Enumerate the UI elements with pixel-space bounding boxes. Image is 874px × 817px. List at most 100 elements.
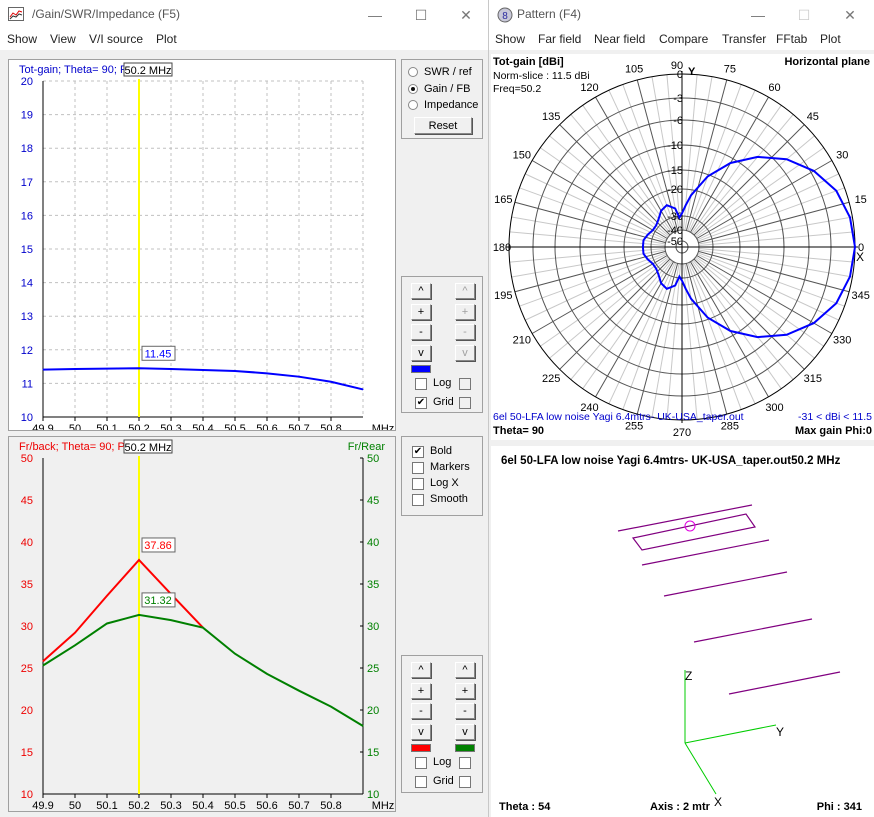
pattern-minimize-button[interactable]: — — [735, 0, 781, 30]
bottom-log-checkbox[interactable] — [415, 757, 427, 769]
y-tick-label-right: 40 — [367, 537, 379, 549]
polar-angle-label: 135 — [542, 111, 560, 123]
y-tick-label-right: 30 — [367, 621, 379, 633]
menu-plot-pattern[interactable]: Plot — [820, 32, 841, 46]
logx-checkbox[interactable] — [412, 478, 424, 490]
x-tick-label: 50.7 — [288, 800, 309, 811]
y-tick-label-right: 20 — [367, 705, 379, 717]
y-tick-label: 17 — [21, 177, 33, 189]
data-point — [330, 706, 332, 708]
top-left-zoom-out-button[interactable]: - — [411, 324, 431, 340]
bottom-right-zoom-in-button[interactable]: + — [455, 683, 475, 699]
menu-plot[interactable]: Plot — [156, 32, 177, 46]
menu-transfer[interactable]: Transfer — [722, 32, 766, 46]
bottom-left-zoom-in-button[interactable]: + — [411, 683, 431, 699]
svg-text:8: 8 — [502, 11, 508, 22]
minimize-button[interactable]: — — [352, 0, 398, 30]
menu-vi-source[interactable]: V/I source — [89, 32, 143, 46]
top-left-zoom-in-button[interactable]: + — [411, 304, 431, 320]
top-grid-checkbox[interactable]: ✔ — [415, 397, 427, 409]
value-marker-label: 11.45 — [145, 348, 172, 360]
series-line-fr-rear — [42, 613, 364, 727]
antenna-loop-driven-element — [631, 513, 757, 551]
bottom-right-scale-up-button[interactable]: ^ — [455, 662, 475, 678]
data-point — [330, 381, 332, 383]
polar-ring-label: -3 — [673, 93, 683, 105]
bottom-left-scale-up-button[interactable]: ^ — [411, 662, 431, 678]
radio-impedance-dot[interactable] — [408, 100, 418, 110]
left-menubar: Show View V/I source Plot — [0, 30, 488, 50]
markers-checkbox[interactable] — [412, 462, 424, 474]
radio-gain-fb-label: Gain / FB — [424, 83, 471, 95]
gain-chart[interactable]: 49.9 50 50.1 50.2 50.3 50.4 50.5 50.6 50.7 50.8 MH… — [9, 60, 395, 435]
bottom-right-scale-down-button[interactable]: v — [455, 724, 475, 740]
data-point — [202, 627, 204, 629]
bottom-left-zoom-out-button[interactable]: - — [411, 703, 431, 719]
fr-rear-color-swatch[interactable] — [455, 744, 475, 752]
top-grid-right-checkbox[interactable] — [459, 397, 471, 409]
radio-swr[interactable]: SWR / ref — [408, 66, 472, 78]
bottom-log-right-checkbox[interactable] — [459, 757, 471, 769]
bold-checkbox[interactable]: ✔ — [412, 446, 424, 458]
fb-color-swatch[interactable] — [411, 744, 431, 752]
radio-gain-fb-dot[interactable] — [408, 84, 418, 94]
radio-impedance[interactable]: Impedance — [408, 99, 478, 111]
fb-chart[interactable]: 49.9 50 50.1 50.2 50.3 50.4 50.5 50.6 50.7 50.8 MH… — [9, 437, 395, 812]
menu-fftab[interactable]: FFtab — [776, 32, 807, 46]
polar-angle-label: 165 — [494, 194, 512, 206]
top-right-scale-down-button[interactable]: v — [455, 345, 475, 361]
polar-angle-label: 270 — [673, 427, 691, 439]
polar-angle-label: 210 — [513, 335, 531, 347]
top-log-right-checkbox[interactable] — [459, 378, 471, 390]
bold-label: Bold — [430, 445, 453, 457]
geometry-theta: Theta : 54 — [499, 801, 551, 813]
top-log-checkbox[interactable] — [415, 378, 427, 390]
bottom-grid-right-checkbox[interactable] — [459, 776, 471, 788]
antenna-geometry-view[interactable]: Z Y X — [491, 446, 874, 817]
top-left-scale-down-button[interactable]: v — [411, 345, 431, 361]
top-right-zoom-out-button[interactable]: - — [455, 324, 475, 340]
y-tick-label: 20 — [21, 705, 33, 717]
polar-plot[interactable]: 0-3-6-10-15-20-30-40-50 01530456075901051… — [491, 54, 874, 440]
cursor-label: 50.2 MHz — [124, 65, 171, 77]
menu-far-field[interactable]: Far field — [538, 32, 581, 46]
polar-angle-label: 90 — [671, 60, 683, 72]
bottom-right-zoom-out-button[interactable]: - — [455, 703, 475, 719]
y-tick-label: 18 — [21, 143, 33, 155]
x-axis-line — [684, 742, 717, 795]
gain-color-swatch[interactable] — [411, 365, 431, 373]
bottom-grid-checkbox[interactable] — [415, 776, 427, 788]
logx-label: Log X — [430, 477, 459, 489]
menu-show-pattern[interactable]: Show — [495, 32, 525, 46]
bottom-left-scale-down-button[interactable]: v — [411, 724, 431, 740]
radio-swr-dot[interactable] — [408, 67, 418, 77]
y-tick-label: 19 — [21, 110, 33, 122]
pattern-close-button[interactable]: ✕ — [827, 0, 873, 30]
top-right-zoom-in-button[interactable]: + — [455, 304, 475, 320]
polar-angle-label: 105 — [625, 63, 643, 75]
smooth-checkbox[interactable] — [412, 494, 424, 506]
top-right-scale-up-button[interactable]: ^ — [455, 283, 475, 299]
maximize-button[interactable]: ☐ — [398, 0, 444, 30]
y-tick-label: 30 — [21, 621, 33, 633]
x-tick-label: 49.9 — [32, 423, 53, 430]
top-left-scale-up-button[interactable]: ^ — [411, 283, 431, 299]
polar-plane: Horizontal plane — [784, 56, 870, 68]
polar-angle-label: 225 — [542, 373, 560, 385]
menu-near-field[interactable]: Near field — [594, 32, 645, 46]
y-tick-label: 40 — [21, 537, 33, 549]
close-button[interactable]: ✕ — [443, 0, 489, 30]
reset-button[interactable]: Reset — [414, 117, 472, 134]
polar-radial-minor — [695, 256, 825, 347]
radio-gain-fb[interactable]: Gain / FB — [408, 83, 470, 95]
menu-view[interactable]: View — [50, 32, 76, 46]
y-tick-label: 45 — [21, 495, 33, 507]
pattern-maximize-button[interactable]: ☐ — [781, 0, 827, 30]
x-tick-label: 50 — [69, 423, 81, 430]
left-titlebar: /Gain/SWR/Impedance (F5) — ☐ ✕ — [0, 0, 488, 30]
menu-compare[interactable]: Compare — [659, 32, 708, 46]
polar-radial-minor — [511, 216, 666, 245]
polar-radial-minor — [511, 249, 666, 278]
data-point — [42, 660, 44, 662]
menu-show[interactable]: Show — [7, 32, 37, 46]
